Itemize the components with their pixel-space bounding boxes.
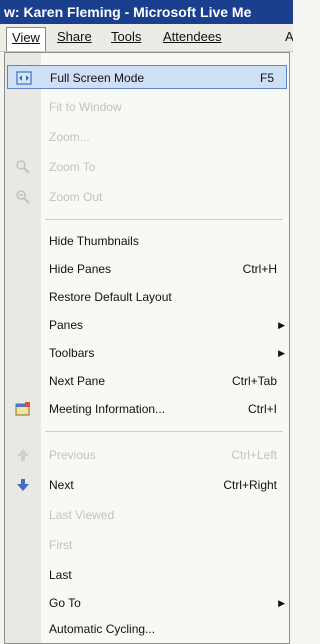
menu-item-label: Automatic Cycling...	[49, 622, 156, 636]
shortcut-text: Ctrl+Left	[231, 448, 277, 462]
submenu-arrow-icon: ▶	[278, 598, 285, 608]
shortcut-text: Ctrl+Tab	[231, 374, 277, 388]
menu-separator	[45, 431, 283, 432]
menu-item-label: Zoom Out	[49, 190, 103, 204]
menu-item-meeting-information[interactable]: Meeting Information... Ctrl+I	[5, 397, 289, 421]
menu-attendees[interactable]: Attendees	[158, 27, 227, 47]
full-screen-icon	[16, 71, 32, 85]
menu-item-label: Zoom To	[49, 160, 96, 174]
submenu-arrow-icon: ▶	[278, 320, 285, 330]
shortcut-text: Ctrl+Right	[223, 478, 277, 492]
menu-item-label: First	[49, 538, 73, 552]
menu-item-label: Last Viewed	[49, 508, 115, 522]
menu-item-label: Toolbars	[49, 346, 95, 360]
menu-item-zoom-to[interactable]: Zoom To	[5, 155, 289, 179]
menu-separator	[45, 219, 283, 220]
menu-tools[interactable]: Tools	[106, 27, 146, 47]
menu-item-zoom[interactable]: Zoom...	[5, 125, 289, 149]
menu-item-label: Previous	[49, 448, 96, 462]
menu-item-hide-panes[interactable]: Hide Panes Ctrl+H	[5, 257, 289, 281]
menu-item-label: Last	[49, 568, 72, 582]
shortcut-text: Ctrl+I	[247, 402, 277, 416]
menu-item-next[interactable]: Next Ctrl+Right	[5, 473, 289, 497]
menu-item-label: Next	[49, 478, 74, 492]
menu-item-last-viewed[interactable]: Last Viewed	[5, 503, 289, 527]
menu-item-hide-thumbnails[interactable]: Hide Thumbnails	[5, 229, 289, 253]
menu-item-label: Fit to Window	[49, 100, 122, 114]
menu-item-next-pane[interactable]: Next Pane Ctrl+Tab	[5, 369, 289, 393]
meeting-information-icon	[15, 402, 30, 416]
menu-item-label: Hide Panes	[49, 262, 112, 276]
zoom-to-icon	[16, 160, 30, 174]
menu-share[interactable]: Share	[52, 27, 97, 47]
menu-item-label: Panes	[49, 318, 84, 332]
menu-item-first[interactable]: First	[5, 533, 289, 557]
menu-item-label: Go To	[49, 596, 81, 610]
window-title: w: Karen Fleming - Microsoft Live Me	[0, 0, 293, 24]
menu-view[interactable]: View	[6, 27, 46, 51]
up-arrow-icon	[17, 449, 29, 461]
menu-item-automatic-cycling[interactable]: Automatic Cycling...	[5, 617, 289, 641]
menu-item-fit-to-window[interactable]: Fit to Window	[5, 95, 289, 119]
menu-item-label: Restore Default Layout	[49, 290, 172, 304]
zoom-out-icon	[16, 190, 30, 204]
shortcut-text: F5	[259, 71, 274, 85]
menu-item-label: Meeting Information...	[49, 402, 166, 416]
menu-item-toolbars[interactable]: Toolbars ▶	[5, 341, 289, 365]
menu-item-zoom-out[interactable]: Zoom Out	[5, 185, 289, 209]
menu-more[interactable]: A	[280, 27, 293, 47]
menu-item-go-to[interactable]: Go To ▶	[5, 591, 289, 615]
down-arrow-icon	[17, 479, 29, 491]
view-dropdown-menu: Full Screen Mode F5 Fit to Window Zoom..…	[4, 52, 290, 644]
menu-item-label: Full Screen Mode	[50, 71, 145, 85]
menu-item-restore-layout[interactable]: Restore Default Layout	[5, 285, 289, 309]
menu-item-previous[interactable]: Previous Ctrl+Left	[5, 443, 289, 467]
menu-item-panes[interactable]: Panes ▶	[5, 313, 289, 337]
menu-item-full-screen[interactable]: Full Screen Mode F5	[7, 65, 287, 89]
menu-bar: View Share Tools Attendees A	[0, 24, 293, 52]
menu-item-last[interactable]: Last	[5, 563, 289, 587]
shortcut-text: Ctrl+H	[242, 262, 277, 276]
submenu-arrow-icon: ▶	[278, 348, 285, 358]
menu-item-label: Next Pane	[49, 374, 106, 388]
menu-item-label: Hide Thumbnails	[49, 234, 139, 248]
menu-item-label: Zoom...	[49, 130, 90, 144]
